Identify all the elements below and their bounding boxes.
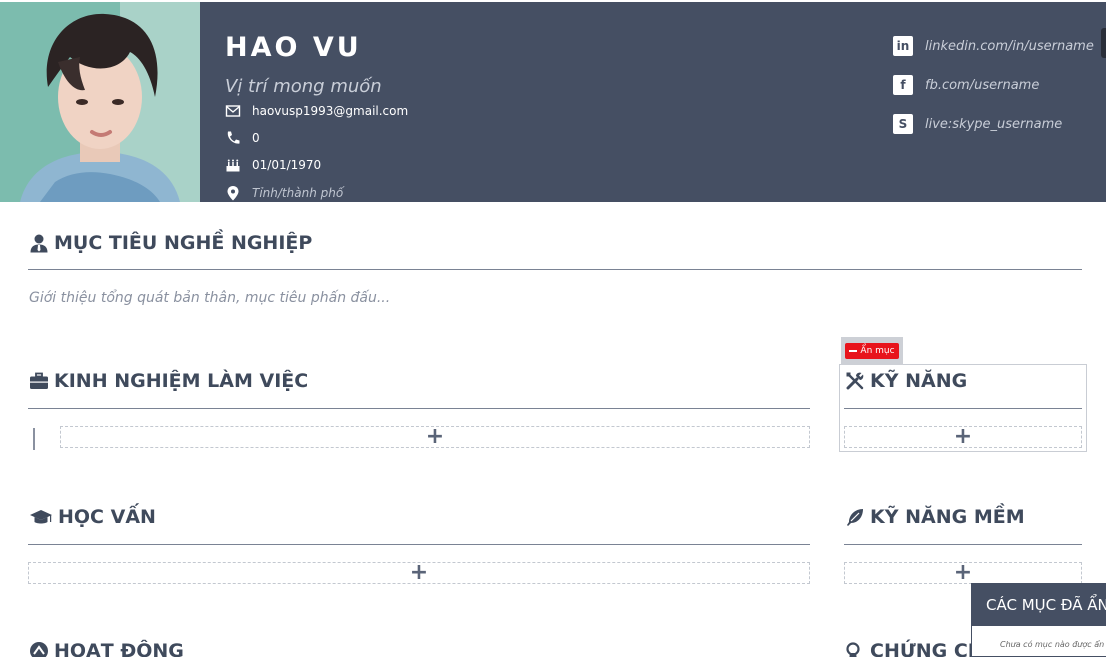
feather-icon: [844, 506, 866, 528]
add-skill-button[interactable]: +: [844, 426, 1082, 448]
minus-icon: [849, 350, 858, 352]
add-soft-skill-button[interactable]: +: [844, 562, 1082, 584]
objective-section-title: MỤC TIÊU NGHỀ NGHIỆP: [28, 232, 312, 254]
activities-section-title: HOẠT ĐỘNG: [28, 640, 184, 657]
add-education-button[interactable]: +: [28, 562, 810, 584]
education-title-text: HỌC VẤN: [58, 506, 156, 528]
hidden-sections-empty-text: Chưa có mục nào được ẩn: [1000, 640, 1105, 649]
skype-field[interactable]: live:skype_username: [925, 117, 1062, 132]
hide-section-button[interactable]: Ẩn mục: [845, 343, 899, 359]
soft-skills-section-title: KỸ NĂNG MỀM: [844, 506, 1025, 528]
linkedin-icon: in: [893, 36, 913, 56]
user-tie-icon: [28, 232, 50, 254]
location-field[interactable]: Tỉnh/thành phố: [252, 186, 343, 200]
skills-title-text: KỸ NĂNG: [870, 370, 968, 392]
experience-divider: [28, 408, 810, 409]
experience-timeline-bar: [33, 428, 35, 450]
facebook-row[interactable]: f fb.com/username: [893, 75, 1039, 95]
facebook-field[interactable]: fb.com/username: [925, 78, 1039, 93]
side-toolbar-handle[interactable]: [1101, 28, 1106, 58]
birthday-field[interactable]: 01/01/1970: [252, 158, 321, 172]
briefcase-icon: [28, 370, 50, 392]
plus-icon: +: [953, 560, 973, 585]
hide-section-label: Ẩn mục: [860, 346, 895, 356]
skype-icon: S: [893, 114, 913, 134]
email-field[interactable]: haovusp1993@gmail.com: [252, 104, 408, 118]
experience-title-text: KINH NGHIỆM LÀM VIỆC: [54, 370, 309, 392]
certificate-icon: [844, 640, 866, 657]
hide-section-toolbar: Ẩn mục: [841, 337, 903, 365]
education-section-title: HỌC VẤN: [28, 506, 156, 528]
avatar-illustration: [0, 2, 200, 202]
desired-position-field[interactable]: Vị trí mong muốn: [225, 76, 382, 97]
linkedin-row[interactable]: in linkedin.com/in/username: [893, 36, 1094, 56]
location-row[interactable]: Tỉnh/thành phố: [224, 184, 343, 202]
tools-icon: [844, 370, 866, 392]
soft-skills-divider: [844, 544, 1082, 545]
plus-icon: +: [409, 560, 429, 585]
objective-input[interactable]: Giới thiệu tổng quát bản thân, mục tiêu …: [29, 290, 390, 306]
objective-divider: [28, 269, 1082, 270]
certificates-section-title: CHỨNG CHỈ: [844, 640, 991, 657]
birthday-cake-icon: [224, 156, 242, 174]
activities-title-text: HOẠT ĐỘNG: [54, 640, 184, 657]
skills-section-title: KỸ NĂNG: [844, 370, 967, 392]
envelope-icon: [224, 102, 242, 120]
objective-title-text: MỤC TIÊU NGHỀ NGHIỆP: [54, 232, 313, 254]
phone-field[interactable]: 0: [252, 131, 260, 145]
plus-icon: +: [953, 424, 973, 449]
soft-skills-title-text: KỸ NĂNG MỀM: [870, 506, 1025, 528]
phone-row[interactable]: 0: [224, 129, 260, 147]
add-experience-button[interactable]: +: [60, 426, 810, 448]
education-divider: [28, 544, 810, 545]
linkedin-field[interactable]: linkedin.com/in/username: [925, 39, 1094, 54]
cv-header: HAO VU Vị trí mong muốn haovusp1993@gmai…: [0, 2, 1106, 202]
graduation-cap-icon: [28, 506, 54, 528]
hidden-sections-title[interactable]: CÁC MỤC ĐÃ ẨN: [972, 584, 1106, 626]
birthday-row[interactable]: 01/01/1970: [224, 156, 321, 174]
candidate-name[interactable]: HAO VU: [225, 32, 362, 63]
profile-photo[interactable]: [0, 2, 200, 202]
facebook-icon: f: [893, 75, 913, 95]
hidden-sections-panel[interactable]: CÁC MỤC ĐÃ ẨN Chưa có mục nào được ẩn: [971, 583, 1106, 657]
activity-icon: [28, 640, 50, 657]
phone-icon: [224, 129, 242, 147]
experience-section-title: KINH NGHIỆM LÀM VIỆC: [28, 370, 308, 392]
skills-divider: [844, 408, 1082, 409]
skype-row[interactable]: S live:skype_username: [893, 114, 1062, 134]
plus-icon: +: [425, 424, 445, 449]
map-pin-icon: [224, 184, 242, 202]
email-row[interactable]: haovusp1993@gmail.com: [224, 102, 408, 120]
